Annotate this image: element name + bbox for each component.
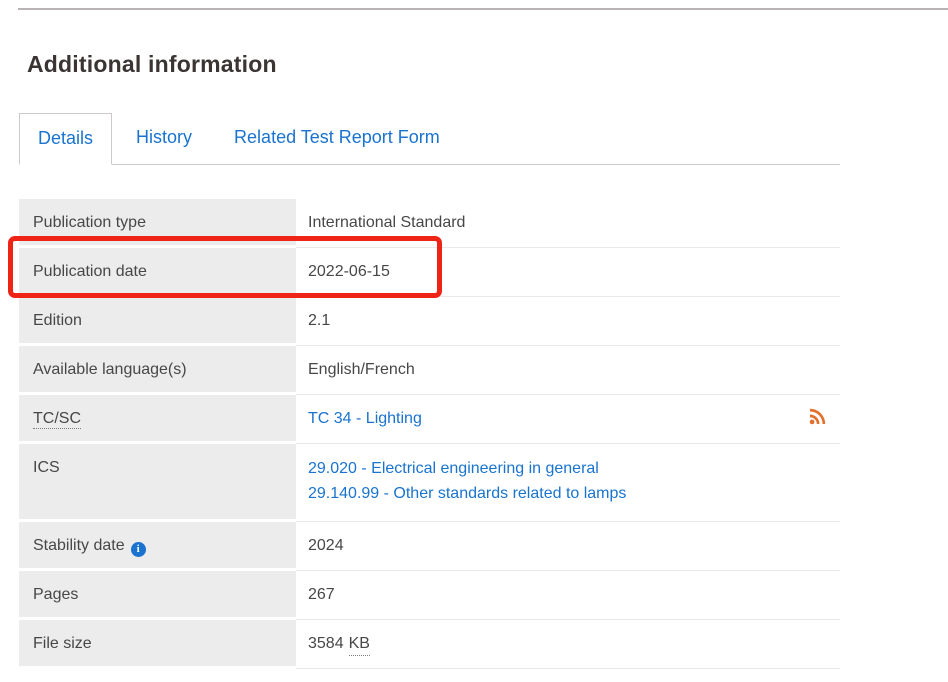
row-value: 2024 <box>308 536 344 556</box>
ics-link-2[interactable]: 29.140.99 - Other standards related to l… <box>308 479 626 508</box>
table-row-file-size: File size 3584 KB <box>19 620 840 669</box>
row-value: 267 <box>308 585 335 605</box>
row-label: Publication date <box>19 248 296 297</box>
row-value: English/French <box>308 360 415 380</box>
row-label: File size <box>19 620 296 669</box>
tab-related-test-report-form[interactable]: Related Test Report Form <box>216 113 458 164</box>
row-label: Pages <box>19 571 296 620</box>
rss-feed-icon[interactable] <box>809 408 828 431</box>
stability-date-label: Stability date <box>33 537 125 554</box>
tab-history[interactable]: History <box>118 113 210 164</box>
details-table: Publication type International Standard … <box>19 199 840 669</box>
table-row-available-languages: Available language(s) English/French <box>19 346 840 395</box>
row-value: International Standard <box>308 213 465 233</box>
row-label: ICS <box>19 444 296 522</box>
info-icon[interactable]: i <box>131 542 146 557</box>
file-size-value: 3584 <box>308 634 344 654</box>
tab-details[interactable]: Details <box>19 113 112 165</box>
table-row-tc-sc: TC/SC TC 34 - Lighting <box>19 395 840 444</box>
table-row-ics: ICS 29.020 - Electrical engineering in g… <box>19 444 840 522</box>
table-row-pages: Pages 267 <box>19 571 840 620</box>
table-row-publication-type: Publication type International Standard <box>19 199 840 248</box>
row-value: 2022-06-15 <box>308 262 390 282</box>
tab-bar: Details History Related Test Report Form <box>19 113 840 165</box>
page-title: Additional information <box>27 51 277 78</box>
row-label: Publication type <box>19 199 296 248</box>
table-row-stability-date: Stability date i 2024 <box>19 522 840 571</box>
row-label: Available language(s) <box>19 346 296 395</box>
page: Additional information Details History R… <box>0 0 948 682</box>
file-size-unit-abbr: KB <box>349 634 370 656</box>
row-value: 2.1 <box>308 311 330 331</box>
table-row-edition: Edition 2.1 <box>19 297 840 346</box>
tc-sc-link[interactable]: TC 34 - Lighting <box>308 409 422 429</box>
row-label: Stability date i <box>19 522 296 571</box>
table-row-publication-date: Publication date 2022-06-15 <box>19 248 840 297</box>
top-divider <box>18 8 948 10</box>
tc-sc-abbr: TC/SC <box>33 410 81 429</box>
row-label: TC/SC <box>19 395 296 444</box>
row-label: Edition <box>19 297 296 346</box>
